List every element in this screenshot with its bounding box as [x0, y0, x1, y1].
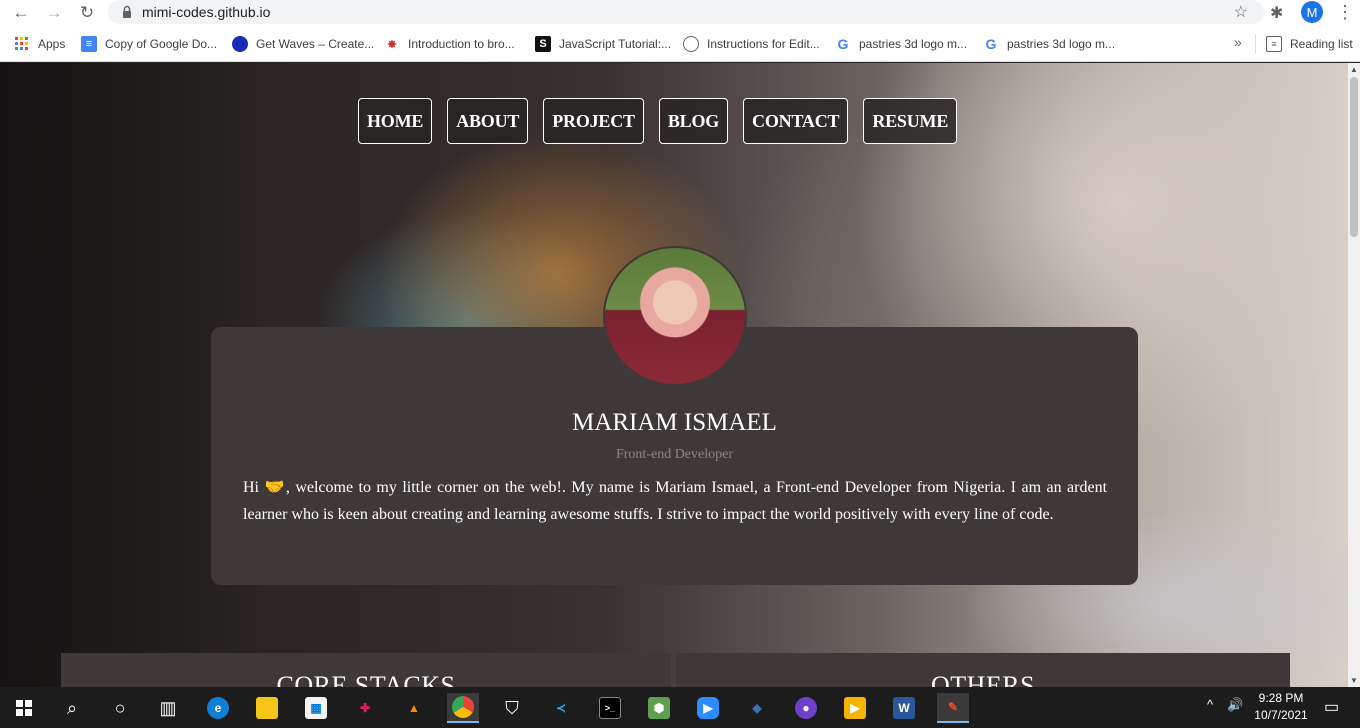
- google-icon: G: [985, 36, 997, 52]
- vscode-icon[interactable]: ≺: [545, 693, 577, 723]
- back-arrow-icon[interactable]: ←: [10, 2, 32, 24]
- bookmark-pastries-2[interactable]: G pastries 3d logo m...: [983, 35, 1116, 53]
- globe-icon: [683, 36, 699, 52]
- scroll-thumb[interactable]: [1350, 77, 1358, 237]
- windows-start-icon[interactable]: [8, 693, 40, 723]
- bookmark-label: pastries 3d logo m...: [859, 37, 968, 51]
- search-icon[interactable]: ⌕: [56, 693, 88, 723]
- reload-icon[interactable]: ↻: [76, 2, 98, 24]
- store-icon[interactable]: ▦: [300, 693, 332, 723]
- section-title: OTHERS: [930, 671, 1036, 687]
- address-bar[interactable]: mimi-codes.github.io ☆: [108, 0, 1264, 24]
- clock-time: 9:28 PM: [1258, 691, 1304, 705]
- reading-list-button[interactable]: ≡ Reading list: [1266, 35, 1353, 53]
- clock-date: 10/7/2021: [1254, 708, 1308, 722]
- nav-contact[interactable]: CONTACT: [743, 98, 849, 144]
- word-icon[interactable]: W: [888, 693, 920, 723]
- bookmark-instructions[interactable]: Instructions for Edit...: [683, 35, 820, 53]
- bookmark-label: pastries 3d logo m...: [1007, 37, 1116, 51]
- cortana-icon[interactable]: ○: [104, 693, 136, 723]
- security-shield-icon[interactable]: ⛉: [496, 693, 528, 723]
- bookmark-google-doc[interactable]: ≡ Copy of Google Do...: [81, 35, 217, 53]
- figure-icon: ✸: [387, 38, 397, 51]
- task-view-icon[interactable]: ▥: [152, 693, 184, 723]
- media-player-icon[interactable]: ▶: [839, 693, 871, 723]
- bookmark-get-waves[interactable]: Get Waves – Create...: [232, 35, 374, 53]
- divider: [1255, 34, 1256, 54]
- nav-home[interactable]: HOME: [358, 98, 433, 144]
- handshake-icon: 🤝: [264, 479, 286, 496]
- bookmark-label: Apps: [38, 37, 66, 51]
- show-hidden-icons-chevron-icon[interactable]: ^: [1207, 697, 1213, 712]
- sourcetree-icon[interactable]: ◆: [741, 693, 773, 723]
- scroll-up-arrow-icon[interactable]: ▲: [1350, 65, 1358, 74]
- bookmark-introduction[interactable]: ✸ Introduction to bro...: [384, 35, 515, 53]
- bookmark-label: Instructions for Edit...: [707, 37, 820, 51]
- bookmark-label: Introduction to bro...: [408, 37, 515, 51]
- profile-name: MARIAM ISMAEL: [572, 409, 777, 436]
- reading-list-label: Reading list: [1290, 37, 1353, 51]
- lock-icon: [123, 5, 131, 18]
- bio-text: , welcome to my little corner on the web…: [243, 479, 1108, 523]
- system-clock[interactable]: 9:28 PM 10/7/2021: [1250, 690, 1312, 724]
- bookmark-label: Copy of Google Do...: [105, 37, 218, 51]
- reading-list-icon: ≡: [1266, 36, 1282, 52]
- zoom-icon[interactable]: ▶: [692, 693, 724, 723]
- apps-grid-icon: [14, 36, 30, 52]
- bookmark-pastries-1[interactable]: G pastries 3d logo m...: [835, 35, 968, 53]
- git-tool-icon[interactable]: ✎: [937, 693, 969, 723]
- url-text: mimi-codes.github.io: [142, 4, 271, 20]
- bookmarks-bar: Apps ≡ Copy of Google Do... Get Waves – …: [0, 26, 1360, 62]
- slack-icon[interactable]: ✚: [349, 693, 381, 723]
- page-scrollbar[interactable]: ▲ ▼: [1348, 63, 1360, 687]
- core-stacks-section: CORE STACKS: [61, 653, 671, 687]
- browser-toolbar: ← → ↻ mimi-codes.github.io ☆ ✱ M ⋮: [0, 0, 1360, 26]
- windows-taskbar: ⌕ ○ ▥ e ▦ ✚ ▲ ⛉ ≺ >_ ⬢ ▶ ◆ ● ▶ W ✎ ^ 🔊 9…: [0, 687, 1360, 728]
- browser-menu-icon[interactable]: ⋮: [1336, 1, 1354, 23]
- nav-resume[interactable]: RESUME: [863, 98, 958, 144]
- google-docs-icon: ≡: [81, 36, 97, 52]
- bookmark-star-icon[interactable]: ☆: [1234, 2, 1248, 22]
- site-nav: HOME ABOUT PROJECT BLOG CONTACT RESUME: [358, 98, 958, 144]
- vlc-icon[interactable]: ▲: [398, 693, 430, 723]
- edge-icon[interactable]: e: [202, 693, 234, 723]
- section-title: CORE STACKS: [276, 671, 456, 687]
- bookmark-label: JavaScript Tutorial:...: [559, 37, 672, 51]
- scroll-down-arrow-icon[interactable]: ▼: [1350, 676, 1358, 685]
- nav-project[interactable]: PROJECT: [543, 98, 644, 144]
- volume-icon[interactable]: 🔊: [1227, 697, 1243, 713]
- forward-arrow-icon[interactable]: →: [43, 2, 65, 24]
- bookmark-javascript-tutorial[interactable]: S JavaScript Tutorial:...: [535, 35, 671, 53]
- google-icon: G: [837, 36, 849, 52]
- nav-about[interactable]: ABOUT: [447, 98, 529, 144]
- chrome-icon[interactable]: [447, 693, 479, 723]
- others-section: OTHERS: [676, 653, 1290, 687]
- profile-avatar[interactable]: M: [1301, 1, 1323, 23]
- waves-icon: [232, 36, 248, 52]
- more-bookmarks-chevron-icon[interactable]: »: [1234, 34, 1242, 50]
- github-icon[interactable]: ●: [790, 693, 822, 723]
- extensions-puzzle-icon[interactable]: ✱: [1270, 3, 1283, 23]
- profile-bio: Hi 🤝, welcome to my little corner on the…: [243, 474, 1107, 528]
- s-logo-icon: S: [535, 36, 551, 52]
- notifications-icon[interactable]: ▭: [1324, 697, 1339, 717]
- bio-intro: Hi: [243, 479, 265, 496]
- profile-photo: [603, 246, 747, 386]
- hero-background: HOME ABOUT PROJECT BLOG CONTACT RESUME M…: [0, 63, 1348, 687]
- file-explorer-icon[interactable]: [251, 693, 283, 723]
- terminal-icon[interactable]: >_: [594, 693, 626, 723]
- node-icon[interactable]: ⬢: [643, 693, 675, 723]
- nav-blog[interactable]: BLOG: [658, 98, 729, 144]
- bookmark-apps[interactable]: Apps: [14, 35, 65, 53]
- profile-role: Front-end Developer: [615, 447, 734, 462]
- bookmark-label: Get Waves – Create...: [256, 37, 375, 51]
